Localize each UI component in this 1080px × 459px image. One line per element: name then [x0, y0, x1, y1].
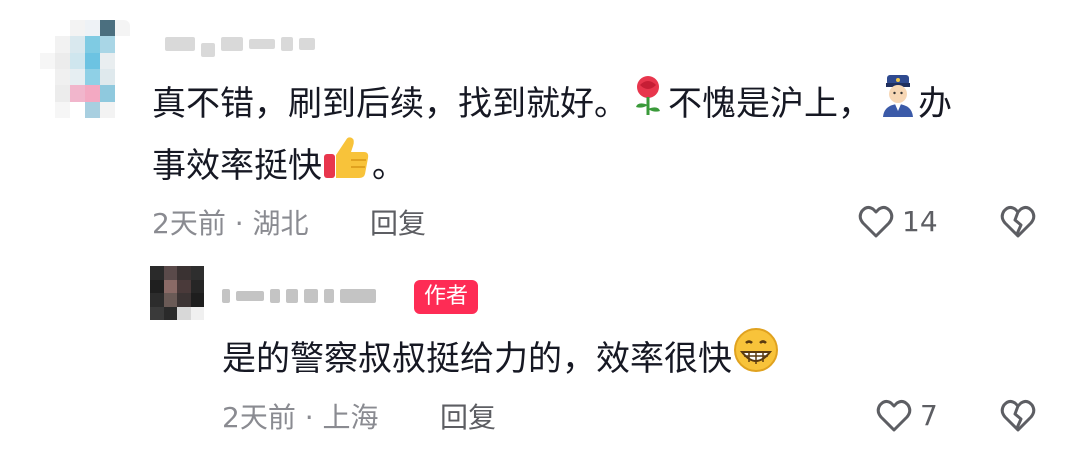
avatar-pixel — [115, 20, 130, 37]
avatar-pixel — [177, 279, 191, 293]
avatar-pixel — [40, 20, 55, 37]
avatar-pixel — [40, 85, 55, 102]
avatar-pixel — [70, 36, 85, 53]
avatar-pixel — [177, 293, 191, 307]
avatar-pixel — [100, 85, 115, 102]
comment-text-segment: 办 — [918, 84, 952, 124]
avatar-pixel — [70, 69, 85, 86]
avatar-pixel — [100, 69, 115, 86]
avatar-pixel — [85, 20, 100, 37]
heart-outline-icon — [874, 396, 914, 436]
avatar-pixel — [150, 279, 164, 293]
rose-emoji-icon — [628, 73, 668, 138]
avatar-pixel — [150, 266, 164, 280]
username-blurred[interactable] — [222, 284, 376, 308]
avatar-pixel — [40, 101, 55, 118]
avatar-pixel — [55, 69, 70, 86]
avatar-pixel — [85, 52, 100, 69]
avatar-pixel — [190, 306, 204, 320]
like-count: 7 — [920, 399, 938, 432]
avatar-pixel — [55, 52, 70, 69]
avatar-pixel — [190, 279, 204, 293]
comment-time: 2天前 — [152, 207, 226, 240]
avatar-pixel — [85, 69, 100, 86]
like-button[interactable]: 7 — [874, 396, 938, 436]
avatar-pixel — [177, 306, 191, 320]
avatar-pixel — [100, 36, 115, 53]
comment-location: 上海 — [322, 401, 379, 434]
avatar-pixel — [70, 52, 85, 69]
avatar-pixel — [150, 293, 164, 307]
dislike-button[interactable] — [998, 396, 1038, 440]
reply-button[interactable]: 回复 — [370, 204, 426, 244]
avatar-pixel — [85, 36, 100, 53]
avatar-pixel — [70, 20, 85, 37]
like-button[interactable]: 14 — [856, 202, 938, 242]
avatar-pixel — [55, 85, 70, 102]
avatar-pixel — [70, 101, 85, 118]
like-count: 14 — [902, 205, 938, 238]
avatar-pixel — [40, 52, 55, 69]
avatar-pixel — [163, 279, 177, 293]
avatar-pixel — [85, 85, 100, 102]
avatar-pixel — [55, 20, 70, 37]
avatar[interactable] — [150, 266, 204, 320]
grinning-emoji-icon — [732, 326, 780, 395]
author-badge: 作者 — [414, 280, 479, 314]
heart-outline-icon — [856, 202, 896, 242]
comment-text-line: 是的警察叔叔挺给力的，效率很快 — [222, 326, 780, 395]
avatar[interactable] — [40, 20, 130, 118]
avatar-pixel — [115, 85, 130, 102]
comment-text-line: 事效率挺快 。 — [152, 132, 406, 203]
username-blurred[interactable] — [165, 32, 315, 57]
avatar-pixel — [55, 36, 70, 53]
avatar-pixel — [40, 69, 55, 86]
avatar-pixel — [85, 101, 100, 118]
comment-text-segment: 是的警察叔叔挺给力的，效率很快 — [222, 339, 732, 379]
comment-meta: 2天前 · 上海 — [222, 398, 379, 438]
comment-meta: 2天前 · 湖北 — [152, 204, 309, 244]
avatar-pixel — [163, 306, 177, 320]
avatar-pixel — [100, 101, 115, 118]
police-officer-emoji-icon — [878, 73, 918, 138]
avatar-pixel — [70, 85, 85, 102]
avatar-pixel — [115, 101, 130, 118]
avatar-pixel — [115, 36, 130, 53]
broken-heart-icon — [998, 202, 1038, 242]
avatar-pixel — [115, 69, 130, 86]
thumbs-up-emoji-icon — [322, 132, 372, 203]
avatar-pixel — [55, 101, 70, 118]
comment-location: 湖北 — [252, 207, 309, 240]
avatar-pixel — [163, 266, 177, 280]
comment-text-segment: 事效率挺快 — [152, 146, 322, 186]
comment-text-segment: 不愧是沪上， — [668, 84, 872, 124]
avatar-pixel — [163, 293, 177, 307]
avatar-pixel — [40, 36, 55, 53]
dislike-button[interactable] — [998, 202, 1038, 246]
avatar-pixel — [190, 266, 204, 280]
meta-separator: · — [234, 207, 244, 240]
avatar-pixel — [100, 52, 115, 69]
avatar-pixel — [150, 306, 164, 320]
avatar-pixel — [177, 266, 191, 280]
comment-text-line: 真不错，刷到后续，找到就好。 不愧是沪上， 办 — [152, 72, 952, 138]
meta-separator: · — [304, 401, 314, 434]
comment-text-segment: 真不错，刷到后续，找到就好。 — [152, 84, 628, 124]
reply-button[interactable]: 回复 — [440, 398, 496, 438]
broken-heart-icon — [998, 396, 1038, 436]
avatar-pixel — [190, 293, 204, 307]
avatar-pixel — [115, 52, 130, 69]
avatar-pixel — [100, 20, 115, 37]
comment-time: 2天前 — [222, 401, 296, 434]
comment-text-segment: 。 — [372, 146, 406, 186]
